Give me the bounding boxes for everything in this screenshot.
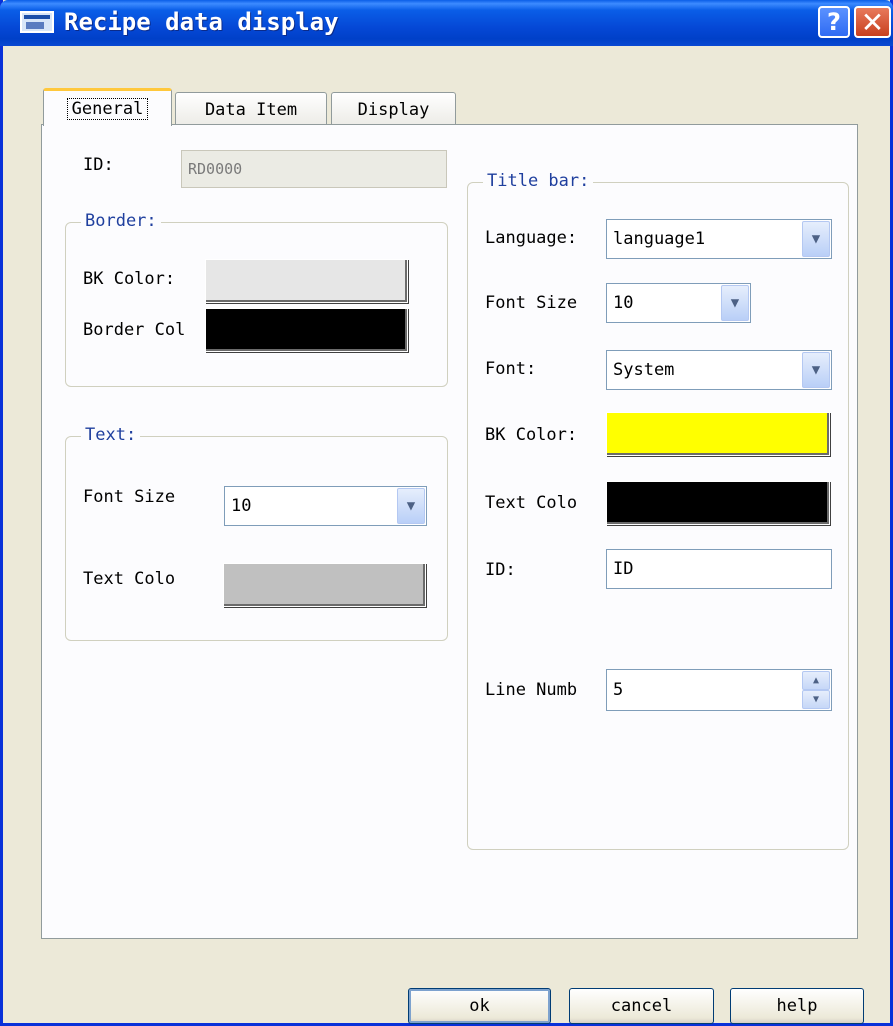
window-title: Recipe data display [64, 8, 339, 36]
spin-down-icon[interactable]: ▼ [802, 690, 830, 709]
title-bk-color-label: BK Color: [485, 425, 578, 445]
font-label: Font: [485, 359, 537, 379]
title-text-color-label: Text Colo [485, 493, 578, 513]
line-num-value: 5 [613, 680, 624, 700]
border-color-label: Border Col [83, 320, 186, 340]
text-color-label: Text Colo [83, 569, 176, 589]
font-select[interactable]: System ▼ [606, 350, 832, 390]
font-value: System [613, 360, 675, 380]
title-text-color-swatch[interactable] [606, 481, 830, 525]
language-label: Language: [485, 228, 578, 248]
border-group-title: Border: [81, 211, 161, 231]
recipe-data-display-dialog: Recipe data display ? ✕ General Data Ite… [0, 0, 893, 1026]
language-select[interactable]: language1 ▼ [606, 219, 832, 259]
ok-button[interactable]: ok [408, 988, 551, 1024]
cancel-button[interactable]: cancel [569, 988, 714, 1024]
chevron-down-icon[interactable]: ▼ [802, 352, 830, 388]
close-icon: ✕ [860, 5, 885, 39]
text-color-swatch[interactable] [223, 563, 426, 607]
language-value: language1 [613, 229, 706, 249]
spin-up-icon[interactable]: ▲ [802, 671, 830, 690]
title-id-input[interactable]: ID [606, 549, 832, 589]
help-icon: ? [827, 8, 841, 36]
chevron-down-icon[interactable]: ▼ [397, 488, 425, 524]
tab-display-label: Display [357, 99, 430, 120]
tab-display[interactable]: Display [331, 92, 456, 126]
text-font-size-label: Font Size [83, 487, 176, 507]
title-bar[interactable]: Recipe data display ? ✕ [0, 0, 893, 46]
tab-general-label: General [66, 97, 149, 120]
help-button[interactable]: help [730, 988, 864, 1024]
tab-data-item[interactable]: Data Item [175, 92, 327, 126]
title-bar-group-title: Title bar: [483, 171, 594, 191]
border-group [65, 222, 448, 387]
border-bk-color-label: BK Color: [83, 269, 176, 289]
line-num-label: Line Numb [485, 680, 578, 700]
id-field: RD0000 [181, 150, 447, 188]
app-window-icon [20, 11, 54, 33]
tab-data-item-label: Data Item [204, 99, 298, 120]
text-group-title: Text: [81, 425, 141, 445]
title-bk-color-swatch[interactable] [606, 412, 830, 456]
title-id-label: ID: [485, 560, 516, 580]
title-help-button[interactable]: ? [818, 6, 850, 38]
title-font-size-select[interactable]: 10 ▼ [606, 283, 751, 323]
title-close-button[interactable]: ✕ [854, 5, 891, 39]
line-num-spinner: ▲ ▼ [802, 671, 830, 709]
title-font-size-value: 10 [613, 293, 634, 313]
chevron-down-icon[interactable]: ▼ [802, 221, 830, 257]
border-bk-color-swatch[interactable] [205, 259, 408, 303]
chevron-down-icon[interactable]: ▼ [721, 285, 749, 321]
tab-general[interactable]: General [43, 88, 172, 126]
text-font-size-select[interactable]: 10 ▼ [224, 486, 427, 526]
id-label: ID: [83, 155, 114, 175]
line-num-stepper[interactable]: 5 ▲ ▼ [606, 669, 832, 711]
border-color-swatch[interactable] [205, 308, 408, 352]
title-font-size-label: Font Size [485, 293, 578, 313]
text-group [65, 436, 448, 641]
text-font-size-value: 10 [231, 496, 252, 516]
